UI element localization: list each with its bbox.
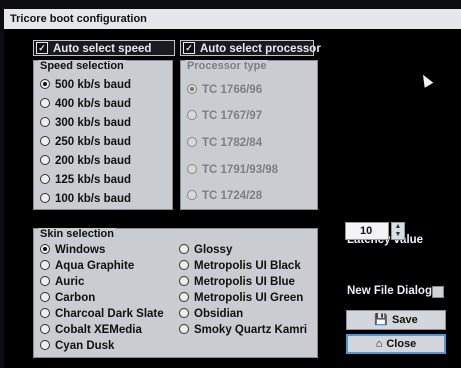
radio-icon bbox=[40, 307, 50, 318]
speed-option[interactable]: 100 kb/s baud bbox=[40, 192, 131, 206]
speed-option[interactable]: 300 kb/s baud bbox=[40, 116, 131, 130]
radio-icon bbox=[40, 339, 50, 350]
speed-option[interactable]: 250 kb/s baud bbox=[40, 135, 131, 149]
radio-icon bbox=[187, 136, 197, 147]
radio-icon bbox=[187, 163, 197, 174]
home-icon: ⌂ bbox=[375, 338, 383, 350]
radio-icon bbox=[40, 135, 50, 146]
spin-down-icon[interactable]: ▼ bbox=[392, 231, 404, 239]
radio-icon bbox=[40, 275, 50, 286]
radio-icon bbox=[187, 109, 197, 120]
skin-option[interactable]: Metropolis UI Green bbox=[179, 291, 303, 305]
auto-select-processor-checkbox[interactable]: ✓ Auto select processor bbox=[180, 40, 321, 56]
auto-select-speed-label: Auto select speed bbox=[53, 43, 152, 55]
save-button[interactable]: 💾 Save bbox=[346, 310, 446, 330]
speed-selection-title: Speed selection bbox=[38, 60, 126, 72]
checkbox-check-icon: ✓ bbox=[36, 41, 48, 54]
radio-icon bbox=[40, 154, 50, 165]
spin-up-icon[interactable]: ▲ bbox=[392, 223, 404, 231]
new-file-dialog-checkbox[interactable] bbox=[432, 286, 444, 298]
radio-icon bbox=[40, 323, 50, 334]
speed-option[interactable]: 400 kb/s baud bbox=[40, 97, 131, 111]
radio-icon bbox=[187, 83, 197, 94]
radio-icon bbox=[179, 243, 189, 254]
new-file-dialog-label: New File Dialog bbox=[347, 285, 432, 297]
skin-option[interactable]: Cobalt XEMedia bbox=[40, 323, 142, 337]
floppy-disk-icon: 💾 bbox=[374, 314, 388, 326]
radio-icon bbox=[179, 259, 189, 270]
radio-icon bbox=[40, 116, 50, 127]
radio-icon bbox=[40, 291, 50, 302]
radio-icon bbox=[187, 189, 197, 200]
skin-option[interactable]: Carbon bbox=[40, 291, 95, 305]
skin-selection-group: Skin selection Windows Aqua Graphite Aur… bbox=[33, 228, 318, 358]
processor-option[interactable]: TC 1724/28 bbox=[187, 189, 262, 203]
skin-option[interactable]: Aqua Graphite bbox=[40, 259, 134, 273]
processor-type-group: Processor type TC 1766/96 TC 1767/97 TC … bbox=[180, 60, 318, 210]
processor-option[interactable]: TC 1782/84 bbox=[187, 136, 262, 150]
radio-icon bbox=[40, 78, 50, 89]
speed-option[interactable]: 500 kb/s baud bbox=[40, 78, 131, 92]
skin-option[interactable]: Windows bbox=[40, 243, 105, 257]
processor-type-title: Processor type bbox=[185, 60, 269, 72]
skin-option[interactable]: Obsidian bbox=[179, 307, 243, 321]
skin-option[interactable]: Charcoal Dark Slate bbox=[40, 307, 164, 321]
auto-select-speed-checkbox[interactable]: ✓ Auto select speed bbox=[33, 40, 175, 56]
skin-option[interactable]: Metropolis UI Black bbox=[179, 259, 301, 273]
skin-option[interactable]: Glossy bbox=[179, 243, 232, 257]
processor-option[interactable]: TC 1791/93/98 bbox=[187, 163, 278, 177]
skin-option[interactable]: Metropolis UI Blue bbox=[179, 275, 295, 289]
speed-selection-group: Speed selection 500 kb/s baud 400 kb/s b… bbox=[33, 60, 173, 210]
skin-option[interactable]: Auric bbox=[40, 275, 84, 289]
radio-icon bbox=[40, 97, 50, 108]
radio-icon bbox=[40, 173, 50, 184]
processor-option[interactable]: TC 1767/97 bbox=[187, 109, 262, 123]
checkbox-check-icon: ✓ bbox=[183, 41, 195, 54]
radio-icon bbox=[40, 192, 50, 203]
latency-spinner[interactable]: ▲ ▼ bbox=[391, 222, 405, 240]
auto-select-processor-label: Auto select processor bbox=[200, 43, 321, 55]
radio-icon bbox=[179, 291, 189, 302]
close-button[interactable]: ⌂ Close bbox=[346, 334, 446, 354]
speed-option[interactable]: 200 kb/s baud bbox=[40, 154, 131, 168]
radio-icon bbox=[179, 323, 189, 334]
processor-option[interactable]: TC 1766/96 bbox=[187, 83, 262, 97]
window-title: Tricore boot configuration bbox=[4, 9, 461, 29]
speed-option[interactable]: 125 kb/s baud bbox=[40, 173, 131, 187]
radio-icon bbox=[179, 275, 189, 286]
latency-input[interactable]: 10 bbox=[345, 222, 389, 240]
radio-icon bbox=[179, 307, 189, 318]
radio-icon bbox=[40, 243, 50, 254]
skin-option[interactable]: Smoky Quartz Kamri bbox=[179, 323, 307, 337]
radio-icon bbox=[40, 259, 50, 270]
skin-selection-title: Skin selection bbox=[38, 228, 116, 240]
skin-option[interactable]: Cyan Dusk bbox=[40, 339, 114, 353]
